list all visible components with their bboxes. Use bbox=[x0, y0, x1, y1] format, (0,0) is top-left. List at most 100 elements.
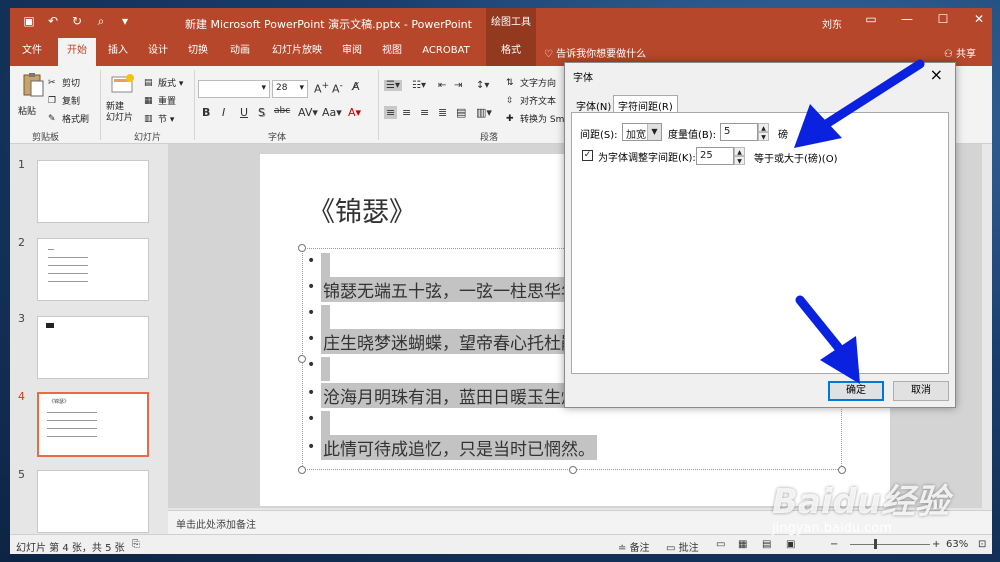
slideshow-view-icon[interactable]: ▣ bbox=[786, 539, 795, 550]
increase-indent-icon[interactable]: ⇥ bbox=[454, 80, 462, 91]
format-painter-button[interactable]: ✎ 格式刷 bbox=[48, 112, 89, 126]
dialog-close-icon[interactable]: × bbox=[930, 65, 943, 84]
resize-handle[interactable] bbox=[298, 355, 306, 363]
resize-handle[interactable] bbox=[298, 466, 306, 474]
tab-animations[interactable]: 动画 bbox=[224, 38, 256, 66]
slide-thumbnail-3[interactable] bbox=[37, 316, 149, 379]
cancel-button[interactable]: 取消 bbox=[893, 381, 949, 401]
justify-icon[interactable]: ≣ bbox=[438, 106, 447, 119]
paste-icon[interactable] bbox=[20, 72, 46, 98]
align-center-icon[interactable]: ≡ bbox=[402, 106, 411, 119]
tab-transitions[interactable]: 切换 bbox=[182, 38, 214, 66]
decrease-indent-icon[interactable]: ⇤ bbox=[438, 80, 446, 91]
poem-line-2[interactable]: 庄生晓梦迷蝴蝶，望帝春心托杜鹃。 bbox=[321, 329, 597, 354]
new-slide-icon[interactable] bbox=[110, 72, 136, 98]
tab-slideshow[interactable]: 幻灯片放映 bbox=[266, 38, 328, 66]
reset-button[interactable]: ▦ 重置 bbox=[144, 94, 176, 108]
italic-button[interactable]: I bbox=[222, 106, 225, 119]
numbering-icon[interactable]: ☷▾ bbox=[412, 80, 426, 91]
clear-format-icon[interactable]: A̸ bbox=[352, 80, 360, 93]
minimize-icon[interactable]: — bbox=[900, 12, 914, 26]
section-button[interactable]: ▥ 节 ▾ bbox=[144, 112, 174, 126]
line-spacing-icon[interactable]: ↕▾ bbox=[476, 80, 489, 91]
bullets-icon[interactable]: ☰▾ bbox=[384, 80, 402, 91]
zoom-slider-thumb[interactable] bbox=[874, 539, 877, 549]
strikethrough-button[interactable]: abc bbox=[274, 106, 290, 116]
char-spacing-icon[interactable]: AV▾ bbox=[298, 106, 318, 119]
slide-thumbnail-1[interactable] bbox=[37, 160, 149, 223]
slide-title[interactable]: 《锦瑟》 bbox=[308, 190, 416, 229]
maximize-icon[interactable]: ☐ bbox=[936, 12, 950, 26]
copy-button[interactable]: ❐ 复制 bbox=[48, 94, 80, 108]
vertical-scrollbar[interactable] bbox=[982, 144, 992, 510]
align-text-button[interactable]: ⇳ 对齐文本 bbox=[506, 94, 556, 108]
kerning-spinner[interactable]: ▲ ▼ bbox=[734, 147, 745, 165]
tab-character-spacing[interactable]: 字符间距(R) bbox=[613, 95, 678, 113]
redo-icon[interactable]: ↻ bbox=[70, 14, 84, 28]
distributed-icon[interactable]: ▤ bbox=[456, 106, 466, 119]
tab-insert[interactable]: 插入 bbox=[102, 38, 134, 66]
resize-handle[interactable] bbox=[298, 244, 306, 252]
font-color-icon[interactable]: A▾ bbox=[348, 106, 361, 119]
undo-icon[interactable]: ↶ bbox=[46, 14, 60, 28]
customize-qat-icon[interactable]: ▾ bbox=[118, 14, 132, 28]
zoom-out-icon[interactable]: − bbox=[830, 539, 838, 550]
save-icon[interactable]: ▣ bbox=[22, 14, 36, 28]
align-left-icon[interactable]: ≡ bbox=[384, 106, 398, 119]
paste-button[interactable]: 粘贴 bbox=[18, 104, 36, 117]
convert-smartart-button[interactable]: ✚ 转换为 Sm bbox=[506, 112, 564, 126]
fit-slide-icon[interactable]: ⊡ bbox=[978, 539, 986, 550]
share-button[interactable]: ⚇ 共享 bbox=[944, 45, 976, 60]
by-input[interactable]: 5 bbox=[720, 123, 758, 141]
sorter-view-icon[interactable]: ▦ bbox=[738, 539, 747, 550]
new-slide-button[interactable]: 新建 幻灯片 bbox=[106, 102, 133, 124]
font-size-combo[interactable]: 28 ▾ bbox=[272, 80, 308, 98]
spin-down-icon[interactable]: ▼ bbox=[734, 156, 745, 165]
change-case-icon[interactable]: Aa▾ bbox=[322, 106, 342, 119]
present-icon[interactable]: ⌕ bbox=[94, 14, 108, 28]
text-direction-button[interactable]: ⇅ 文字方向 bbox=[506, 76, 556, 90]
tab-home[interactable]: 开始 bbox=[58, 38, 96, 66]
slide-thumbnail-4[interactable]: 《锦瑟》 bbox=[37, 392, 149, 457]
tab-file[interactable]: 文件 bbox=[16, 38, 48, 66]
tab-design[interactable]: 设计 bbox=[142, 38, 174, 66]
notes-toggle[interactable]: ≐ 备注 bbox=[618, 539, 650, 554]
spin-down-icon[interactable]: ▼ bbox=[758, 132, 769, 141]
shrink-font-icon[interactable]: A- bbox=[332, 80, 343, 96]
columns-icon[interactable]: ▥▾ bbox=[476, 106, 492, 119]
user-name[interactable]: 刘东 bbox=[822, 16, 842, 31]
reading-view-icon[interactable]: ▤ bbox=[762, 539, 771, 550]
slide-thumbnail-5[interactable] bbox=[37, 470, 149, 533]
zoom-in-icon[interactable]: + bbox=[932, 539, 940, 550]
comments-toggle[interactable]: ▭ 批注 bbox=[666, 539, 699, 554]
font-name-combo[interactable]: ▾ bbox=[198, 80, 270, 98]
tab-acrobat[interactable]: ACROBAT bbox=[416, 38, 476, 66]
align-right-icon[interactable]: ≡ bbox=[420, 106, 429, 119]
spin-up-icon[interactable]: ▲ bbox=[734, 147, 745, 156]
resize-handle[interactable] bbox=[838, 466, 846, 474]
poem-line-1[interactable]: 锦瑟无端五十弦，一弦一柱思华年。 bbox=[321, 277, 597, 302]
cut-button[interactable]: ✂ 剪切 bbox=[48, 76, 80, 90]
bold-button[interactable]: B bbox=[202, 106, 210, 119]
shadow-button[interactable]: S bbox=[258, 106, 265, 119]
ribbon-options-icon[interactable]: ▭ bbox=[864, 12, 878, 26]
tell-me-box[interactable]: ♡ 告诉我你想要做什么 bbox=[544, 45, 646, 60]
poem-line-4[interactable]: 此情可待成追忆，只是当时已惘然。 bbox=[321, 435, 597, 460]
kerning-checkbox[interactable]: ✓ bbox=[582, 150, 593, 161]
underline-button[interactable]: U bbox=[240, 106, 248, 119]
zoom-slider-track[interactable] bbox=[850, 544, 930, 545]
zoom-level[interactable]: 63% bbox=[946, 539, 968, 550]
spacing-select[interactable]: 加宽 ▼ bbox=[622, 123, 662, 141]
tab-view[interactable]: 视图 bbox=[376, 38, 408, 66]
tab-review[interactable]: 审阅 bbox=[336, 38, 368, 66]
close-icon[interactable]: ✕ bbox=[972, 12, 986, 26]
tab-format[interactable]: 格式 bbox=[486, 38, 536, 66]
normal-view-icon[interactable]: ▭ bbox=[716, 539, 725, 550]
spellcheck-icon[interactable]: ⎘ bbox=[132, 539, 140, 550]
slide-thumbnail-2[interactable] bbox=[37, 238, 149, 301]
spin-up-icon[interactable]: ▲ bbox=[758, 123, 769, 132]
tab-font[interactable]: 字体(N) bbox=[571, 95, 616, 113]
grow-font-icon[interactable]: A+ bbox=[314, 80, 329, 96]
kerning-input[interactable]: 25 bbox=[696, 147, 734, 165]
layout-button[interactable]: ▤ 版式 ▾ bbox=[144, 76, 183, 90]
